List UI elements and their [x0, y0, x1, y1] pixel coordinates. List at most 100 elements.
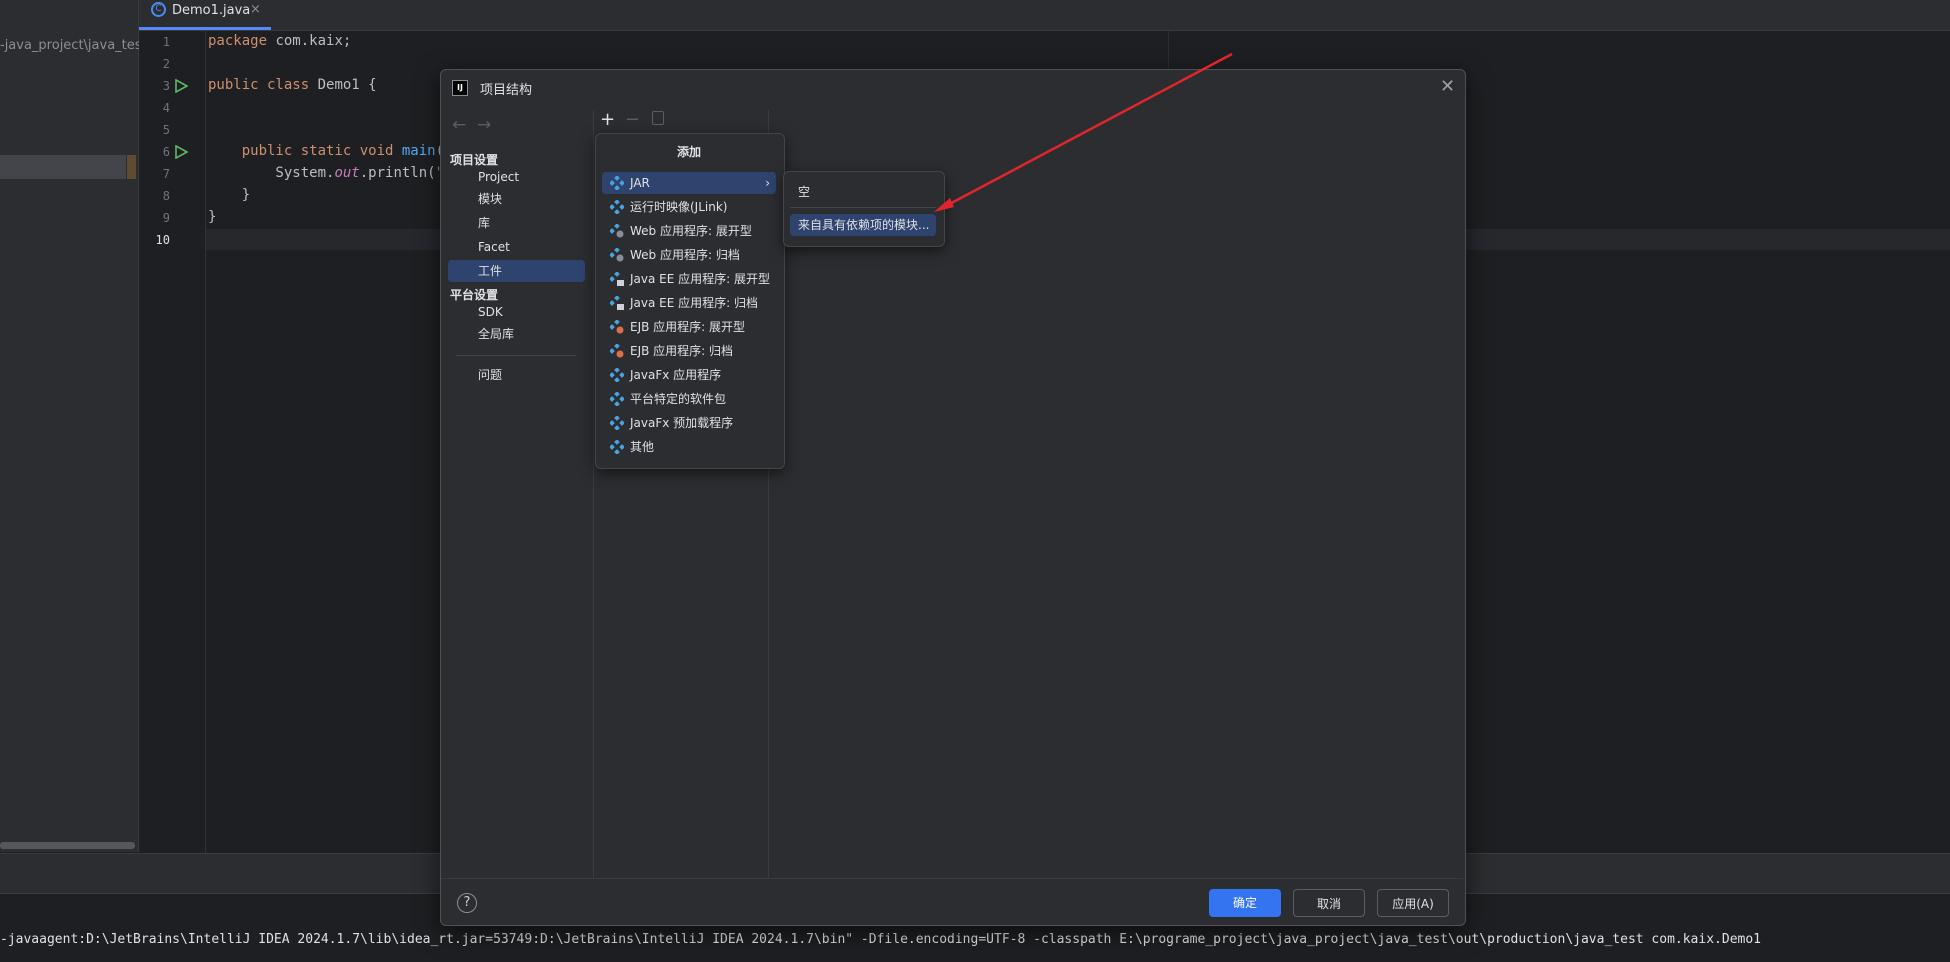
popup-item-other[interactable]: 其他 — [602, 436, 776, 458]
run-main-icon[interactable] — [174, 145, 188, 159]
artifact-icon — [610, 440, 624, 454]
line-number: 1 — [162, 35, 170, 49]
code-text: .println( — [359, 165, 436, 181]
active-tab-indicator — [139, 27, 271, 30]
popup-item-label: EJB 应用程序: 展开型 — [630, 320, 746, 334]
popup-item-jar[interactable]: JAR › — [602, 172, 776, 194]
javaee-artifact-icon — [610, 296, 624, 310]
sidebar-item-global-libraries[interactable]: 全局库 — [448, 323, 585, 345]
back-arrow-icon[interactable]: ← — [452, 115, 466, 135]
submenu-item-empty[interactable]: 空 — [798, 183, 810, 200]
sidebar-item-sdk[interactable]: SDK — [448, 301, 585, 323]
ejb-artifact-icon — [610, 344, 624, 358]
popup-item-label: Web 应用程序: 归档 — [630, 248, 740, 262]
add-icon[interactable]: + — [600, 109, 615, 130]
line-number: 4 — [162, 101, 170, 115]
artifact-icon — [610, 368, 624, 382]
line-number: 9 — [162, 211, 170, 225]
javaee-artifact-icon — [610, 272, 624, 286]
artifact-icon — [610, 416, 624, 430]
cancel-button[interactable]: 取消 — [1293, 889, 1365, 917]
code-line-6: public static void main(S — [208, 143, 453, 159]
intellij-logo-icon: IJ — [452, 80, 468, 96]
popup-item-web-exploded[interactable]: Web 应用程序: 展开型 — [602, 220, 776, 242]
change-marker — [127, 155, 136, 179]
popup-title: 添加 — [676, 145, 701, 159]
dialog-title: 项目结构 — [480, 83, 533, 98]
copy-icon[interactable] — [652, 111, 664, 125]
sidebar-item-project[interactable]: Project — [448, 166, 585, 188]
line-number: 7 — [162, 167, 170, 181]
popup-item-label: JavaFx 预加载程序 — [630, 416, 734, 430]
footer-divider — [441, 878, 1463, 879]
popup-item-javafx-preloader[interactable]: JavaFx 预加载程序 — [602, 412, 776, 434]
popup-item-label: EJB 应用程序: 归档 — [630, 344, 734, 358]
code-text: System. — [208, 165, 335, 181]
code-line-1: package com.kaix; — [208, 33, 351, 49]
project-path: -java_project\java_test — [0, 38, 147, 53]
line-number: 2 — [162, 57, 170, 71]
popup-item-platform-package[interactable]: 平台特定的软件包 — [602, 388, 776, 410]
web-artifact-icon — [610, 248, 624, 262]
popup-item-ejb-archive[interactable]: EJB 应用程序: 归档 — [602, 340, 776, 362]
line-number: 5 — [162, 123, 170, 137]
line-number: 6 — [162, 145, 170, 159]
line-number: 3 — [162, 79, 170, 93]
project-tree-selected-row[interactable] — [0, 155, 126, 179]
line-number: 8 — [162, 189, 170, 203]
artifact-icon — [610, 176, 624, 190]
popup-item-label: JavaFx 应用程序 — [630, 368, 722, 382]
popup-item-label: Java EE 应用程序: 展开型 — [630, 272, 770, 286]
popup-item-javaee-archive[interactable]: Java EE 应用程序: 归档 — [602, 292, 776, 314]
submenu-item-from-modules[interactable]: 来自具有依赖项的模块... — [790, 214, 936, 236]
code-text: com.kaix; — [267, 33, 352, 49]
sidebar-separator — [456, 355, 576, 356]
sidebar-item-facet[interactable]: Facet — [448, 236, 585, 258]
popup-item-label: 平台特定的软件包 — [630, 392, 727, 406]
project-pane-scrollbar[interactable] — [0, 842, 135, 849]
chevron-right-icon: › — [765, 176, 770, 190]
popup-item-javafx-app[interactable]: JavaFx 应用程序 — [602, 364, 776, 386]
tab-close-icon[interactable]: × — [250, 2, 261, 17]
popup-item-ejb-exploded[interactable]: EJB 应用程序: 展开型 — [602, 316, 776, 338]
artifact-icon — [610, 200, 624, 214]
sidebar-item-problems[interactable]: 问题 — [448, 364, 585, 386]
code-line-7: System.out.println("h — [208, 165, 452, 181]
keyword: package — [208, 33, 268, 49]
remove-icon[interactable]: − — [625, 109, 640, 130]
console-command-line: -javaagent:D:\JetBrains\IntelliJ IDEA 20… — [0, 932, 1761, 947]
artifact-icon — [610, 392, 624, 406]
code-line-8: } — [208, 187, 251, 203]
sidebar-item-modules[interactable]: 模块 — [448, 188, 585, 210]
popup-item-jlink[interactable]: 运行时映像(JLink) — [602, 196, 776, 218]
keyword: public class — [208, 77, 310, 93]
popup-item-web-archive[interactable]: Web 应用程序: 归档 — [602, 244, 776, 266]
forward-arrow-icon[interactable]: → — [477, 115, 491, 135]
submenu-separator — [790, 207, 936, 208]
popup-item-label: Web 应用程序: 展开型 — [630, 224, 752, 238]
close-icon[interactable]: ✕ — [1440, 76, 1455, 97]
code-text: Demo1 { — [309, 77, 377, 93]
run-class-icon[interactable] — [174, 79, 188, 93]
help-button[interactable]: ? — [457, 893, 477, 913]
apply-button[interactable]: 应用(A) — [1377, 889, 1449, 917]
java-class-icon: C — [151, 2, 166, 17]
ejb-artifact-icon — [610, 320, 624, 334]
web-artifact-icon — [610, 224, 624, 238]
code-line-3: public class Demo1 { — [208, 77, 377, 93]
code-line-9: } — [208, 209, 217, 225]
popup-item-javaee-exploded[interactable]: Java EE 应用程序: 展开型 — [602, 268, 776, 290]
method-name: main — [393, 143, 436, 159]
editor-tab-bar — [139, 0, 1950, 31]
project-pane — [0, 0, 139, 852]
line-number-current: 10 — [155, 233, 170, 247]
keyword: public static void — [208, 143, 394, 159]
popup-item-label: Java EE 应用程序: 归档 — [630, 296, 758, 310]
sidebar-item-libraries[interactable]: 库 — [448, 212, 585, 234]
sidebar-item-artifacts[interactable]: 工件 — [448, 260, 585, 282]
tab-label[interactable]: Demo1.java — [172, 3, 250, 18]
ok-button[interactable]: 确定 — [1209, 889, 1281, 917]
sidebar-divider — [593, 110, 594, 878]
popup-item-label: JAR — [630, 176, 650, 190]
popup-item-label: 运行时映像(JLink) — [630, 200, 728, 214]
